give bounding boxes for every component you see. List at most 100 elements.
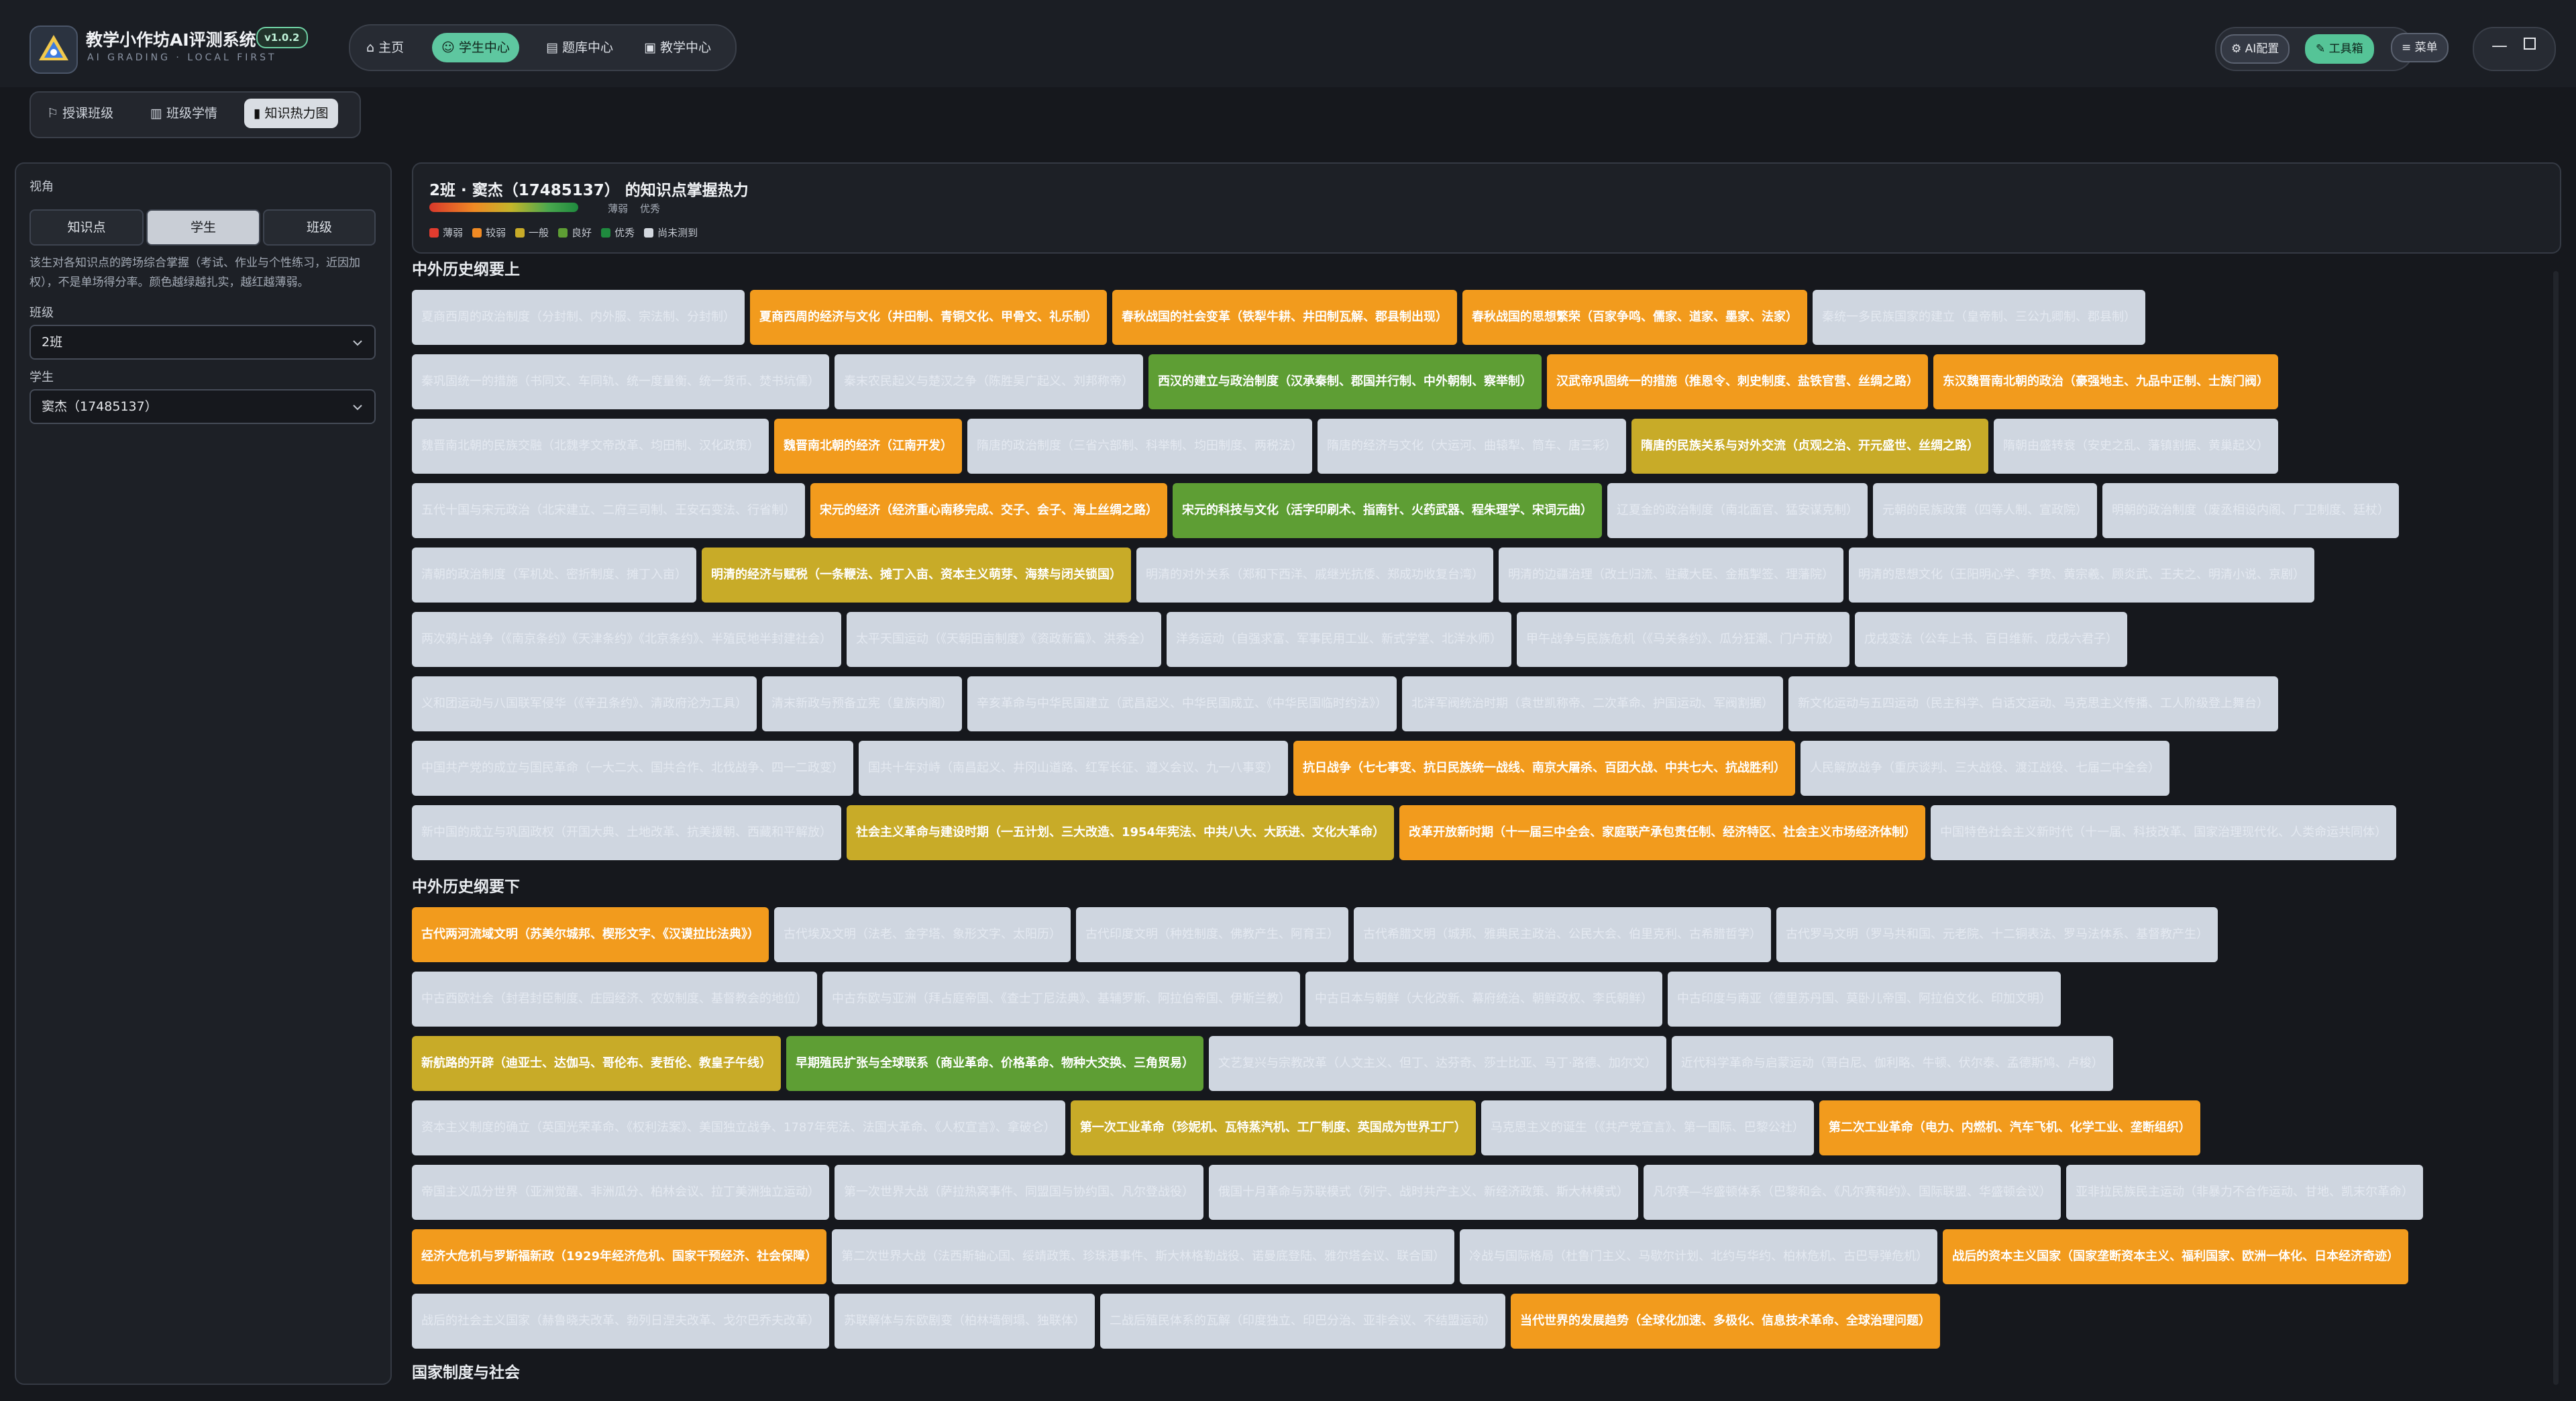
knowledge-chip[interactable]: 古代印度文明（种姓制度、佛教产生、阿育王） <box>1076 907 1348 962</box>
knowledge-chip[interactable]: 第一次世界大战（萨拉热窝事件、同盟国与协约国、凡尔登战役） <box>835 1165 1203 1220</box>
knowledge-chip[interactable]: 古代希腊文明（城邦、雅典民主政治、公民大会、伯里克利、古希腊哲学） <box>1354 907 1771 962</box>
knowledge-chip[interactable]: 近代科学革命与启蒙运动（哥白尼、伽利略、牛顿、伏尔泰、孟德斯鸠、卢梭） <box>1671 1036 2113 1091</box>
nav-question-bank[interactable]: ▤ 题库中心 <box>537 33 623 62</box>
knowledge-chip[interactable]: 明朝的政治制度（废丞相设内阁、厂卫制度、廷杖） <box>2102 483 2399 538</box>
knowledge-chip[interactable]: 辛亥革命与中华民国建立（武昌起义、中华民国成立、《中华民国临时约法》） <box>967 676 1397 731</box>
subnav-classes[interactable]: ⚐ 授课班级 <box>38 99 123 128</box>
knowledge-chip[interactable]: 隋唐的民族关系与对外交流（贞观之治、开元盛世、丝绸之路） <box>1631 419 1988 474</box>
knowledge-chip[interactable]: 经济大危机与罗斯福新政（1929年经济危机、国家干预经济、社会保障） <box>412 1229 827 1284</box>
knowledge-chip[interactable]: 苏联解体与东欧剧变（柏林墙倒塌、独联体） <box>835 1294 1095 1349</box>
knowledge-chip[interactable]: 资本主义制度的确立（英国光荣革命、《权利法案》、美国独立战争、1787年宪法、法… <box>412 1100 1065 1155</box>
knowledge-chip[interactable]: 第二次世界大战（法西斯轴心国、绥靖政策、珍珠港事件、斯大林格勒战役、诺曼底登陆、… <box>832 1229 1455 1284</box>
knowledge-chip[interactable]: 隋朝由盛转衰（安史之乱、藩镇割据、黄巢起义） <box>1994 419 2278 474</box>
knowledge-chip[interactable]: 洋务运动（自强求富、军事民用工业、新式学堂、北洋水师） <box>1167 612 1511 667</box>
student-select[interactable]: 窦杰（17485137） <box>30 389 376 424</box>
class-select[interactable]: 2班 <box>30 325 376 360</box>
knowledge-chip[interactable]: 春秋战国的思想繁荣（百家争鸣、儒家、道家、墨家、法家） <box>1462 290 1807 345</box>
knowledge-chip[interactable]: 宋元的科技与文化（活字印刷术、指南针、火药武器、程朱理学、宋词元曲） <box>1173 483 1602 538</box>
knowledge-chip[interactable]: 亚非拉民族民主运动（非暴力不合作运动、甘地、凯末尔革命） <box>2066 1165 2423 1220</box>
knowledge-chip[interactable]: 凡尔赛—华盛顿体系（巴黎和会、《凡尔赛和约》、国际联盟、华盛顿会议） <box>1644 1165 2061 1220</box>
knowledge-chip[interactable]: 甲午战争与民族危机（《马关条约》、瓜分狂潮、门户开放） <box>1517 612 1849 667</box>
knowledge-chip[interactable]: 战后的资本主义国家（国家垄断资本主义、福利国家、欧洲一体化、日本经济奇迹） <box>1943 1229 2409 1284</box>
knowledge-chip[interactable]: 秦统一多民族国家的建立（皇帝制、三公九卿制、郡县制） <box>1813 290 2145 345</box>
knowledge-chip[interactable]: 明清的对外关系（郑和下西洋、戚继光抗倭、郑成功收复台湾） <box>1136 548 1493 603</box>
ai-config-button[interactable]: ⚙ AI配置 <box>2220 34 2290 64</box>
knowledge-chip[interactable]: 国共十年对峙（南昌起义、井冈山道路、红军长征、遵义会议、九一八事变） <box>859 741 1288 796</box>
subnav-class-status[interactable]: ▥ 班级学情 <box>141 99 227 128</box>
knowledge-chip[interactable]: 二战后殖民体系的瓦解（印度独立、印巴分治、亚非会议、不结盟运动） <box>1100 1294 1505 1349</box>
knowledge-chip[interactable]: 秦巩固统一的措施（书同文、车同轨、统一度量衡、统一货币、焚书坑儒） <box>412 354 829 409</box>
scrollbar[interactable] <box>2553 271 2559 1385</box>
knowledge-chip[interactable]: 宋元的经济（经济重心南移完成、交子、会子、海上丝绸之路） <box>810 483 1167 538</box>
knowledge-chip[interactable]: 中古日本与朝鲜（大化改新、幕府统治、朝鲜政权、李氏朝鲜） <box>1305 972 1662 1027</box>
knowledge-chip[interactable]: 元朝的民族政策（四等人制、宣政院） <box>1873 483 2097 538</box>
knowledge-chip[interactable]: 魏晋南北朝的民族交融（北魏孝文帝改革、均田制、汉化政策） <box>412 419 769 474</box>
knowledge-chip[interactable]: 北洋军阀统治时期（袁世凯称帝、二次革命、护国运动、军阀割据） <box>1402 676 1783 731</box>
knowledge-chip[interactable]: 社会主义革命与建设时期（一五计划、三大改造、1954年宪法、中共八大、大跃进、文… <box>847 805 1395 860</box>
knowledge-chip[interactable]: 早期殖民扩张与全球联系（商业革命、价格革命、物种大交换、三角贸易） <box>786 1036 1203 1091</box>
chip-row: 中古西欧社会（封君封臣制度、庄园经济、农奴制度、基督教会的地位） 中古东欧与亚洲（… <box>412 972 2559 1036</box>
knowledge-chip[interactable]: 西汉的建立与政治制度（汉承秦制、郡国并行制、中外朝制、察举制） <box>1148 354 1542 409</box>
knowledge-chip[interactable]: 马克思主义的诞生（《共产党宣言》、第一国际、巴黎公社） <box>1481 1100 1814 1155</box>
knowledge-chip[interactable]: 第二次工业革命（电力、内燃机、汽车飞机、化学工业、垄断组织） <box>1819 1100 2200 1155</box>
knowledge-chip[interactable]: 清末新政与预备立宪（皇族内阁） <box>762 676 962 731</box>
knowledge-chip[interactable]: 中古东欧与亚洲（拜占庭帝国、《查士丁尼法典》、基辅罗斯、阿拉伯帝国、伊斯兰教） <box>822 972 1300 1027</box>
knowledge-chip[interactable]: 义和团运动与八国联军侵华（《辛丑条约》、清政府沦为工具） <box>412 676 757 731</box>
knowledge-chip[interactable]: 人民解放战争（重庆谈判、三大战役、渡江战役、七届二中全会） <box>1801 741 2169 796</box>
knowledge-chip[interactable]: 冷战与国际格局（杜鲁门主义、马歇尔计划、北约与华约、柏林危机、古巴导弹危机） <box>1460 1229 1938 1284</box>
knowledge-chip[interactable]: 第一次工业革命（珍妮机、瓦特蒸汽机、工厂制度、英国成为世界工厂） <box>1070 1100 1476 1155</box>
knowledge-chip[interactable]: 抗日战争（七七事变、抗日民族统一战线、南京大屠杀、百团大战、中共七大、抗战胜利） <box>1293 741 1795 796</box>
knowledge-chip[interactable]: 新文化运动与五四运动（民主科学、白话文运动、马克思主义传播、工人阶级登上舞台） <box>1788 676 2278 731</box>
nav-home[interactable]: ⌂ 主页 <box>357 33 413 62</box>
knowledge-chip[interactable]: 古代埃及文明（法老、金字塔、象形文字、太阳历） <box>774 907 1071 962</box>
knowledge-chip[interactable]: 俄国十月革命与苏联模式（列宁、战时共产主义、新经济政策、斯大林模式） <box>1209 1165 1638 1220</box>
knowledge-chip[interactable]: 东汉魏晋南北朝的政治（豪强地主、九品中正制、士族门阀） <box>1933 354 2278 409</box>
minimize-icon[interactable]: — <box>2491 36 2508 55</box>
knowledge-chip[interactable]: 明清的边疆治理（改土归流、驻藏大臣、金瓶掣签、理藩院） <box>1499 548 1843 603</box>
knowledge-chip[interactable]: 新航路的开辟（迪亚士、达伽马、哥伦布、麦哲伦、教皇子午线） <box>412 1036 781 1091</box>
knowledge-chip[interactable]: 新中国的成立与巩固政权（开国大典、土地改革、抗美援朝、西藏和平解放） <box>412 805 841 860</box>
legend-label: 薄弱 <box>443 227 464 239</box>
segment-knowledge[interactable]: 知识点 <box>30 209 144 246</box>
knowledge-chip[interactable]: 古代罗马文明（罗马共和国、元老院、十二铜表法、罗马法体系、基督教产生） <box>1776 907 2218 962</box>
knowledge-chip[interactable]: 中国特色社会主义新时代（十一届、科技改革、国家治理现代化、人类命运共同体） <box>1931 805 2397 860</box>
nav-student-center[interactable]: ☺ 学生中心 <box>432 33 519 62</box>
knowledge-chip[interactable]: 汉武帝巩固统一的措施（推恩令、刺史制度、盐铁官营、丝绸之路） <box>1547 354 1928 409</box>
knowledge-chip[interactable]: 文艺复兴与宗教改革（人文主义、但丁、达芬奇、莎士比亚、马丁·路德、加尔文） <box>1209 1036 1666 1091</box>
knowledge-chip[interactable]: 辽夏金的政治制度（南北面官、猛安谋克制） <box>1607 483 1868 538</box>
knowledge-chip[interactable]: 戊戌变法（公车上书、百日维新、戊戌六君子） <box>1855 612 2127 667</box>
knowledge-chip[interactable]: 当代世界的发展趋势（全球化加速、多极化、信息技术革命、全球治理问题） <box>1511 1294 1940 1349</box>
knowledge-chip[interactable]: 明清的经济与赋税（一条鞭法、摊丁入亩、资本主义萌芽、海禁与闭关锁国） <box>702 548 1131 603</box>
knowledge-chip[interactable]: 魏晋南北朝的经济（江南开发） <box>774 419 962 474</box>
knowledge-chip[interactable]: 五代十国与宋元政治（北宋建立、二府三司制、王安石变法、行省制） <box>412 483 805 538</box>
knowledge-chip[interactable]: 清朝的政治制度（军机处、密折制度、摊丁入亩） <box>412 548 696 603</box>
nav-teaching-center[interactable]: ▣ 教学中心 <box>635 33 720 62</box>
knowledge-chip[interactable]: 中国共产党的成立与国民革命（一大二大、国共合作、北伐战争、四一二政变） <box>412 741 853 796</box>
subnav-heatmap[interactable]: ▮ 知识热力图 <box>244 99 338 128</box>
gradient-high-label: 优秀 <box>640 203 661 215</box>
knowledge-chip[interactable]: 春秋战国的社会变革（铁犁牛耕、井田制瓦解、郡县制出现） <box>1112 290 1457 345</box>
knowledge-chip[interactable]: 隋唐的政治制度（三省六部制、科举制、均田制度、两税法） <box>967 419 1312 474</box>
knowledge-chip[interactable]: 两次鸦片战争（《南京条约》《天津条约》《北京条约》、半殖民地半封建社会） <box>412 612 841 667</box>
knowledge-chip[interactable]: 中古西欧社会（封君封臣制度、庄园经济、农奴制度、基督教会的地位） <box>412 972 817 1027</box>
knowledge-chip[interactable]: 明清的思想文化（王阳明心学、李贽、黄宗羲、顾炎武、王夫之、明清小说、京剧） <box>1849 548 2314 603</box>
legend-swatch <box>558 228 568 238</box>
knowledge-chip[interactable]: 古代两河流域文明（苏美尔城邦、楔形文字、《汉谟拉比法典》） <box>412 907 769 962</box>
knowledge-chip[interactable]: 中古印度与南亚（德里苏丹国、莫卧儿帝国、阿拉伯文化、印加文明） <box>1668 972 2061 1027</box>
knowledge-chip[interactable]: 夏商西周的经济与文化（井田制、青铜文化、甲骨文、礼乐制） <box>750 290 1107 345</box>
wrench-icon: ✎ <box>2316 42 2326 56</box>
menu-button[interactable]: ≡ 菜单 <box>2391 33 2449 62</box>
knowledge-chip[interactable]: 帝国主义瓜分世界（亚洲觉醒、非洲瓜分、柏林会议、拉丁美洲独立运动） <box>412 1165 829 1220</box>
knowledge-chip[interactable]: 秦末农民起义与楚汉之争（陈胜吴广起义、刘邦称帝） <box>835 354 1143 409</box>
knowledge-chip[interactable]: 改革开放新时期（十一届三中全会、家庭联产承包责任制、经济特区、社会主义市场经济体… <box>1399 805 1926 860</box>
knowledge-chip[interactable]: 太平天国运动（《天朝田亩制度》《资政新篇》、洪秀全） <box>847 612 1161 667</box>
toolbox-button[interactable]: ✎ 工具箱 <box>2305 34 2374 64</box>
segment-class[interactable]: 班级 <box>263 209 376 246</box>
maximize-icon[interactable] <box>2524 38 2536 50</box>
chip-row: 义和团运动与八国联军侵华（《辛丑条约》、清政府沦为工具） 清末新政与预备立宪（皇族… <box>412 676 2559 741</box>
knowledge-chip[interactable]: 隋唐的经济与文化（大运河、曲辕犁、筒车、唐三彩） <box>1318 419 1626 474</box>
segment-student[interactable]: 学生 <box>146 209 260 246</box>
knowledge-chip[interactable]: 夏商西周的政治制度（分封制、内外服、宗法制、分封制） <box>412 290 745 345</box>
knowledge-chip[interactable]: 战后的社会主义国家（赫鲁晓夫改革、勃列日涅夫改革、戈尔巴乔夫改革） <box>412 1294 829 1349</box>
chip-row: 新航路的开辟（迪亚士、达伽马、哥伦布、麦哲伦、教皇子午线） 早期殖民扩张与全球联系… <box>412 1036 2559 1100</box>
